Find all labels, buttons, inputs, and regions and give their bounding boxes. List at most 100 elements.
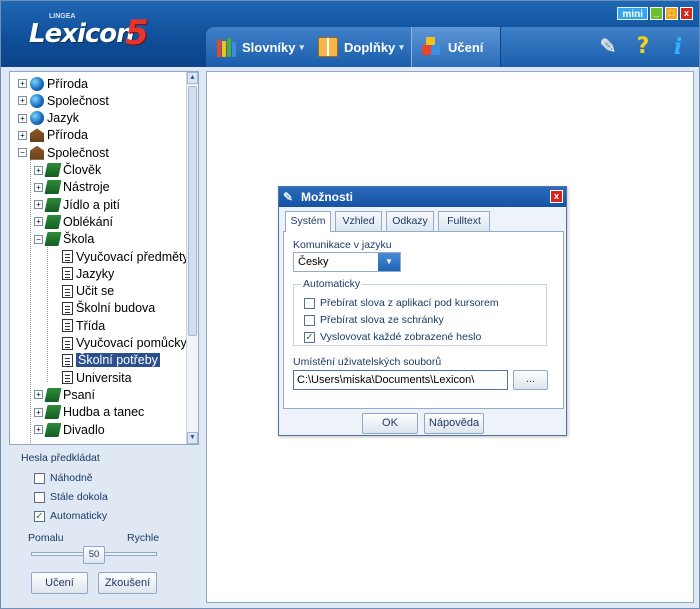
speed-fast-label: Rychle: [127, 532, 160, 544]
tree-item[interactable]: + Divadlo: [34, 421, 105, 438]
tree-item[interactable]: + Jazyk: [18, 110, 79, 127]
tree-item[interactable]: Učit se: [62, 283, 114, 300]
checkbox-checked[interactable]: ✓: [34, 510, 45, 522]
browse-button[interactable]: ...: [513, 370, 548, 390]
doc-icon: [62, 371, 73, 385]
doc-icon: [62, 336, 73, 350]
expand-icon[interactable]: +: [18, 130, 27, 140]
main-tabs: Slovníky ▾ Doplňky ▾ Učení ✎ ? i: [206, 27, 699, 67]
expand-icon[interactable]: +: [18, 96, 27, 106]
tree-item[interactable]: Vyučovací pomůcky: [62, 335, 187, 352]
option-label: Přebírat slova ze schránky: [320, 314, 444, 326]
option-label: Vyslovovat každé zobrazené heslo: [320, 331, 482, 343]
communication-language-label: Komunikace v jazyku: [293, 239, 392, 251]
checkbox[interactable]: [34, 491, 45, 503]
tab-uceni[interactable]: Učení: [411, 27, 501, 67]
expand-icon[interactable]: +: [18, 79, 27, 88]
scroll-thumb[interactable]: [188, 86, 197, 336]
expand-icon[interactable]: +: [18, 113, 27, 123]
close-button[interactable]: x: [680, 7, 693, 20]
tree-item[interactable]: + Příroda: [18, 75, 88, 92]
tree-item[interactable]: + Společnost: [18, 92, 109, 109]
tree-item[interactable]: Třída: [62, 317, 105, 334]
museum-icon: [30, 145, 44, 160]
tree-item[interactable]: Universita: [62, 369, 132, 386]
collapse-icon[interactable]: −: [34, 234, 43, 244]
scroll-up-icon[interactable]: ▲: [187, 72, 198, 84]
tab-odkazy[interactable]: Odkazy: [386, 211, 434, 231]
language-select[interactable]: Česky ▼: [293, 252, 401, 272]
logo-version: 5: [125, 13, 149, 53]
tree-item[interactable]: + Oblékání: [34, 213, 113, 230]
tree-item[interactable]: Jazyky: [62, 265, 114, 282]
minimize-button[interactable]: _: [650, 7, 663, 20]
tree-item[interactable]: + Člověk: [34, 162, 101, 179]
mini-mode-button[interactable]: mini: [617, 7, 648, 20]
option-vyslovovat[interactable]: ✓ Vyslovovat každé zobrazené heslo: [304, 331, 481, 343]
user-files-path-input[interactable]: C:\Users\miska\Documents\Lexicon\: [293, 370, 508, 390]
expand-icon[interactable]: +: [34, 425, 43, 434]
tree-item[interactable]: + Nástroje: [34, 179, 110, 196]
speed-slider-thumb[interactable]: 50: [83, 546, 105, 564]
ok-button[interactable]: OK: [362, 413, 418, 434]
tree-item[interactable]: − Škola: [34, 231, 94, 248]
tab-system[interactable]: Systém: [285, 211, 331, 232]
tree-item[interactable]: + Jídlo a pití: [34, 196, 120, 213]
help-icon[interactable]: ?: [631, 35, 655, 59]
expand-icon[interactable]: +: [34, 200, 43, 210]
tree-item-label: Vyučovací pomůcky: [76, 336, 187, 350]
checkbox-checked[interactable]: ✓: [304, 331, 315, 343]
tree-item[interactable]: + Psaní: [34, 386, 95, 403]
expand-icon[interactable]: +: [34, 217, 43, 227]
tree-item[interactable]: − Společnost: [18, 144, 109, 161]
tree-item[interactable]: Školní budova: [62, 300, 155, 317]
dialog-close-button[interactable]: x: [550, 190, 563, 203]
dialog-titlebar[interactable]: ✎ Možnosti: [279, 187, 566, 207]
checkbox[interactable]: [304, 314, 315, 326]
addons-book-icon: [318, 37, 338, 57]
checkbox[interactable]: [304, 297, 315, 309]
expand-icon[interactable]: +: [34, 165, 43, 175]
tree-item-label: Divadlo: [63, 422, 105, 437]
tree-item-label: Jazyk: [47, 111, 79, 126]
learn-button[interactable]: Učení: [31, 572, 88, 594]
expand-icon[interactable]: +: [34, 182, 43, 192]
chevron-down-icon[interactable]: ▼: [378, 253, 400, 271]
tree-item[interactable]: Vyučovací předměty: [62, 248, 189, 265]
option-nahodne[interactable]: Náhodně: [34, 472, 93, 484]
tab-uceni-label: Učení: [448, 39, 484, 55]
scroll-down-icon[interactable]: ▼: [187, 432, 198, 444]
wrench-icon: ✎: [283, 189, 294, 204]
expand-icon[interactable]: +: [34, 390, 43, 400]
expand-icon[interactable]: +: [34, 407, 43, 417]
option-prebirat-kursor[interactable]: Přebírat slova z aplikací pod kursorem: [304, 297, 499, 309]
tree-item-label: Příroda: [47, 128, 88, 143]
option-prebirat-schranka[interactable]: Přebírat slova ze schránky: [304, 314, 444, 326]
option-stale-dokola[interactable]: Stále dokola: [34, 491, 108, 503]
tree-scrollbar[interactable]: ▲ ▼: [186, 72, 198, 444]
tree-item[interactable]: Školní potřeby: [62, 352, 160, 369]
tab-slovniky[interactable]: Slovníky ▾: [216, 27, 304, 67]
tree-item-label: Třída: [76, 318, 106, 333]
tree-item-label: Psaní: [63, 387, 95, 402]
info-icon[interactable]: i: [666, 35, 690, 59]
tree-item[interactable]: + Hudba a tanec: [34, 404, 144, 421]
option-automaticky[interactable]: ✓ Automaticky: [34, 510, 107, 522]
globe-icon: [30, 93, 44, 108]
checkbox[interactable]: [34, 472, 45, 484]
collapse-icon[interactable]: −: [18, 148, 27, 158]
book-icon: [44, 422, 62, 437]
tree-item[interactable]: + Příroda: [18, 127, 88, 144]
tab-vzhled[interactable]: Vzhled: [335, 211, 382, 231]
test-button[interactable]: Zkoušení: [98, 572, 157, 594]
maximize-button[interactable]: □: [665, 7, 678, 20]
tree-item-label: Jazyky: [76, 266, 115, 281]
chevron-down-icon: ▾: [299, 41, 304, 52]
tab-doplnky[interactable]: Doplňky ▾: [318, 27, 404, 67]
help-button[interactable]: Nápověda: [424, 413, 484, 434]
wrench-icon[interactable]: ✎: [596, 35, 620, 59]
tab-fulltext[interactable]: Fulltext: [438, 211, 490, 231]
tab-doplnky-label: Doplňky: [344, 39, 396, 55]
learning-blocks-icon: [422, 37, 442, 57]
doc-icon: [62, 319, 73, 333]
